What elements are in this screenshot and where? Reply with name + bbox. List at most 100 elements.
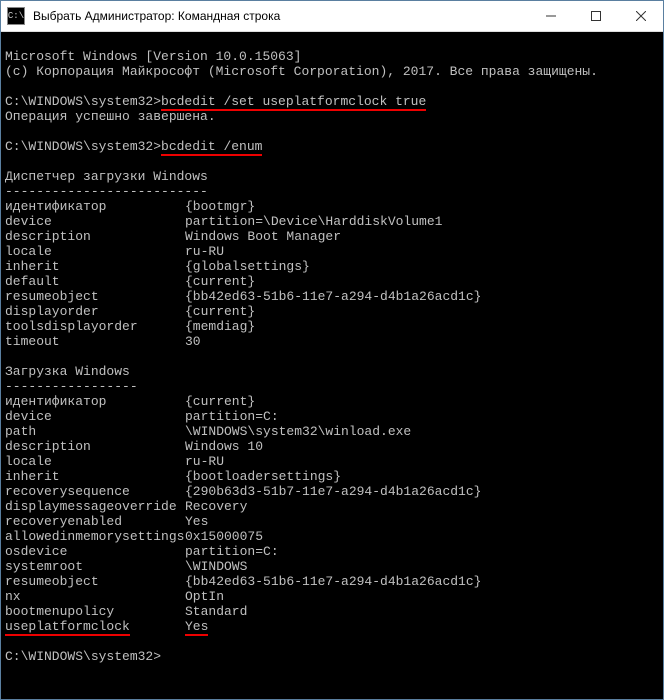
row-key: inherit <box>5 469 185 484</box>
table-row: systemroot\WINDOWS <box>5 559 659 574</box>
row-key: device <box>5 214 185 229</box>
table-row: devicepartition=C: <box>5 409 659 424</box>
table-row: devicepartition=\Device\HarddiskVolume1 <box>5 214 659 229</box>
row-key: description <box>5 229 185 244</box>
copyright-line: (c) Корпорация Майкрософт (Microsoft Cor… <box>5 64 598 79</box>
row-key: osdevice <box>5 544 185 559</box>
row-value: ru-RU <box>185 244 224 259</box>
row-value: {memdiag} <box>185 319 255 334</box>
row-value: Windows 10 <box>185 439 263 454</box>
row-key: displaymessageoverride <box>5 499 185 514</box>
row-value: Yes <box>185 514 208 529</box>
row-key: resumeobject <box>5 289 185 304</box>
window-title: Выбрать Администратор: Командная строка <box>31 9 528 23</box>
section-title-1: Диспетчер загрузки Windows <box>5 169 208 184</box>
prompt: C:\WINDOWS\system32> <box>5 139 161 154</box>
row-key: default <box>5 274 185 289</box>
section-rule-1: -------------------------- <box>5 184 208 199</box>
close-button[interactable] <box>618 2 663 31</box>
prompt: C:\WINDOWS\system32> <box>5 94 161 109</box>
section-title-2: Загрузка Windows <box>5 364 130 379</box>
row-value: Standard <box>185 604 247 619</box>
row-key: bootmenupolicy <box>5 604 185 619</box>
command-prompt-window: C:\ Выбрать Администратор: Командная стр… <box>0 0 664 700</box>
row-value: partition=C: <box>185 544 279 559</box>
row-key: recoverysequence <box>5 484 185 499</box>
table-row: nxOptIn <box>5 589 659 604</box>
row-key: timeout <box>5 334 185 349</box>
row-key: nx <box>5 589 185 604</box>
table-row: resumeobject{bb42ed63-51b6-11e7-a294-d4b… <box>5 574 659 589</box>
row-value: {globalsettings} <box>185 259 310 274</box>
row-key: allowedinmemorysettings <box>5 529 185 544</box>
command-2: bcdedit /enum <box>161 139 262 154</box>
row-value: \WINDOWS\system32\winload.exe <box>185 424 411 439</box>
row-key: locale <box>5 454 185 469</box>
row-key: displayorder <box>5 304 185 319</box>
row-key: recoveryenabled <box>5 514 185 529</box>
command-1-result: Операция успешно завершена. <box>5 109 216 124</box>
row-key: path <box>5 424 185 439</box>
row-value: {bb42ed63-51b6-11e7-a294-d4b1a26acd1c} <box>185 574 481 589</box>
table-row: descriptionWindows 10 <box>5 439 659 454</box>
table-row: inherit{bootloadersettings} <box>5 469 659 484</box>
row-key: description <box>5 439 185 454</box>
row-value: partition=\Device\HarddiskVolume1 <box>185 214 442 229</box>
titlebar[interactable]: C:\ Выбрать Администратор: Командная стр… <box>1 1 663 32</box>
table-row: resumeobject{bb42ed63-51b6-11e7-a294-d4b… <box>5 289 659 304</box>
table-row: bootmenupolicyStandard <box>5 604 659 619</box>
table-row: inherit{globalsettings} <box>5 259 659 274</box>
row-value: {current} <box>185 274 255 289</box>
section-rule-2: ----------------- <box>5 379 138 394</box>
row-key: resumeobject <box>5 574 185 589</box>
table-row: descriptionWindows Boot Manager <box>5 229 659 244</box>
terminal-output[interactable]: Microsoft Windows [Version 10.0.15063] (… <box>1 32 663 699</box>
row-value: OptIn <box>185 589 224 604</box>
row-value: {current} <box>185 394 255 409</box>
row-value: partition=C: <box>185 409 279 424</box>
row-value: Yes <box>185 619 208 634</box>
row-key: locale <box>5 244 185 259</box>
row-value: Windows Boot Manager <box>185 229 341 244</box>
row-key: inherit <box>5 259 185 274</box>
command-1: bcdedit /set useplatformclock true <box>161 94 426 109</box>
section-2-rows: идентификатор{current}devicepartition=C:… <box>5 394 659 634</box>
table-row: localeru-RU <box>5 244 659 259</box>
row-value: {bootmgr} <box>185 199 255 214</box>
version-line: Microsoft Windows [Version 10.0.15063] <box>5 49 301 64</box>
section-1-rows: идентификатор{bootmgr}devicepartition=\D… <box>5 199 659 349</box>
table-row: toolsdisplayorder{memdiag} <box>5 319 659 334</box>
table-row: default{current} <box>5 274 659 289</box>
prompt: C:\WINDOWS\system32> <box>5 649 161 664</box>
table-row: идентификатор{bootmgr} <box>5 199 659 214</box>
table-row: path\WINDOWS\system32\winload.exe <box>5 424 659 439</box>
row-value: {bootloadersettings} <box>185 469 341 484</box>
maximize-button[interactable] <box>573 2 618 31</box>
table-row: useplatformclockYes <box>5 619 659 634</box>
table-row: allowedinmemorysettings0x15000075 <box>5 529 659 544</box>
table-row: displayorder{current} <box>5 304 659 319</box>
minimize-button[interactable] <box>528 2 573 31</box>
cmd-icon: C:\ <box>7 7 25 25</box>
table-row: идентификатор{current} <box>5 394 659 409</box>
row-key: идентификатор <box>5 394 185 409</box>
row-key: useplatformclock <box>5 619 185 634</box>
row-value: {current} <box>185 304 255 319</box>
row-value: \WINDOWS <box>185 559 247 574</box>
row-value: Recovery <box>185 499 247 514</box>
row-key: toolsdisplayorder <box>5 319 185 334</box>
row-key: device <box>5 409 185 424</box>
row-value: {290b63d3-51b7-11e7-a294-d4b1a26acd1c} <box>185 484 481 499</box>
row-key: идентификатор <box>5 199 185 214</box>
row-value: {bb42ed63-51b6-11e7-a294-d4b1a26acd1c} <box>185 289 481 304</box>
table-row: recoverysequence{290b63d3-51b7-11e7-a294… <box>5 484 659 499</box>
table-row: timeout30 <box>5 334 659 349</box>
row-key: systemroot <box>5 559 185 574</box>
table-row: displaymessageoverrideRecovery <box>5 499 659 514</box>
table-row: localeru-RU <box>5 454 659 469</box>
row-value: 30 <box>185 334 201 349</box>
table-row: osdevicepartition=C: <box>5 544 659 559</box>
window-controls <box>528 2 663 31</box>
row-value: 0x15000075 <box>185 529 263 544</box>
row-value: ru-RU <box>185 454 224 469</box>
